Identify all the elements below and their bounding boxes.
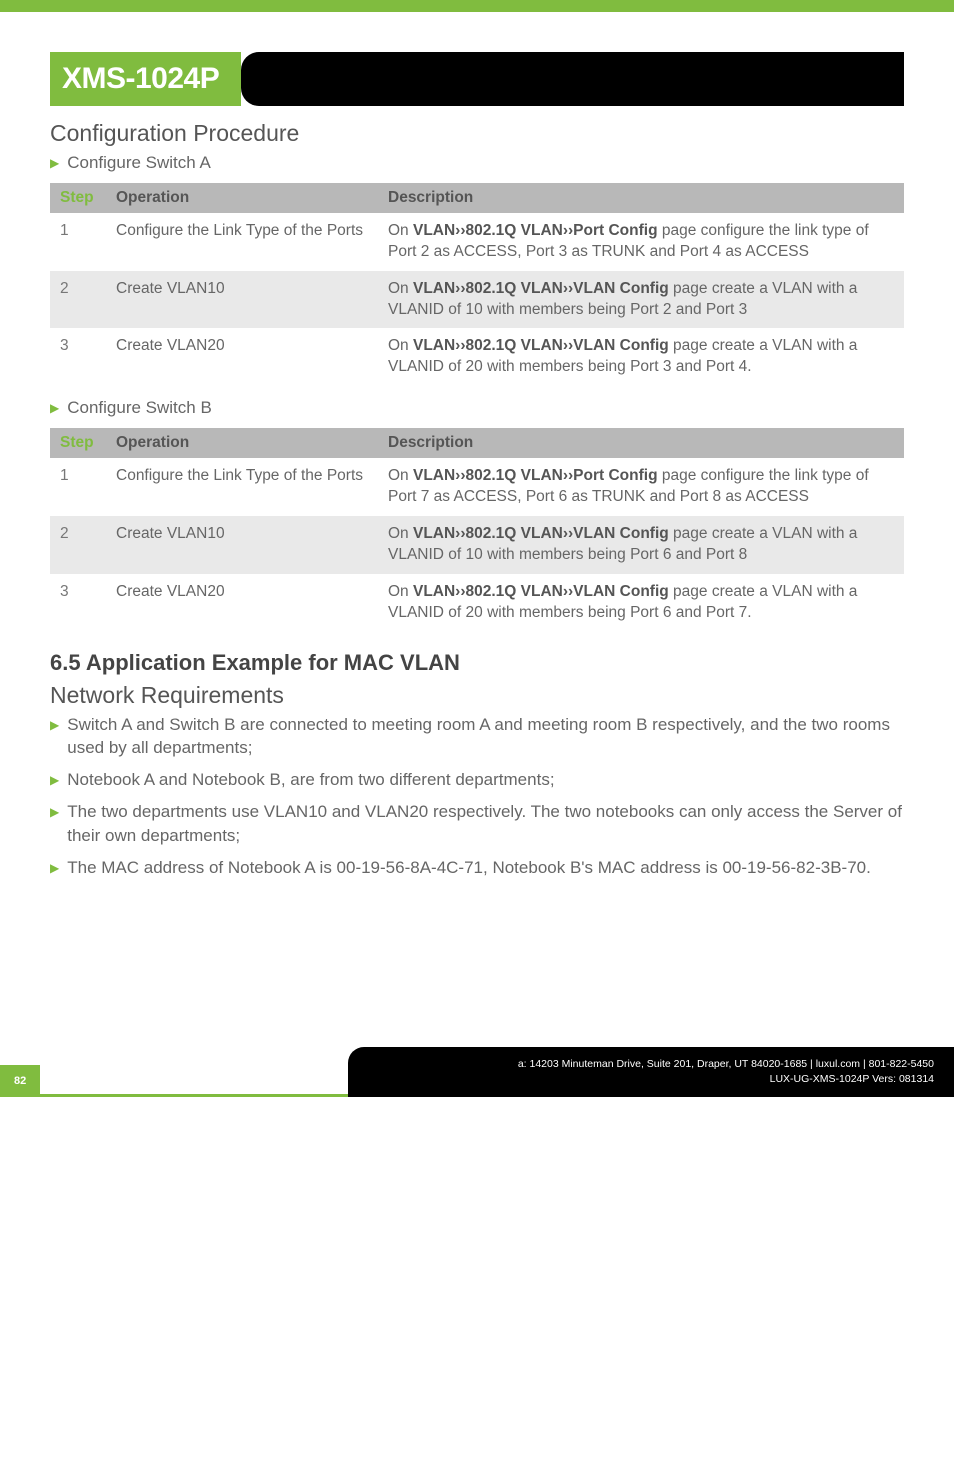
cell-step: 1 bbox=[50, 213, 106, 271]
title-bar: XMS-1024P bbox=[50, 52, 904, 106]
cell-operation: Create VLAN10 bbox=[106, 271, 378, 329]
triangle-icon: ▶ bbox=[50, 718, 59, 732]
triangle-icon: ▶ bbox=[50, 156, 59, 170]
vlan-path: VLAN››802.1Q VLAN››VLAN Config bbox=[413, 280, 669, 297]
net-req-bullet: ▶ The two departments use VLAN10 and VLA… bbox=[50, 800, 904, 848]
cell-step: 2 bbox=[50, 516, 106, 574]
triangle-icon: ▶ bbox=[50, 773, 59, 787]
footer-version: LUX-UG-XMS-1024P Vers: 081314 bbox=[358, 1072, 934, 1087]
net-req-bullet: ▶ The MAC address of Notebook A is 00-19… bbox=[50, 856, 904, 880]
cell-step: 3 bbox=[50, 328, 106, 386]
title-black-bar bbox=[241, 52, 904, 106]
cell-description: On VLAN››802.1Q VLAN››VLAN Config page c… bbox=[378, 271, 904, 329]
table-row: 2 Create VLAN10 On VLAN››802.1Q VLAN››VL… bbox=[50, 271, 904, 329]
footer-right: a: 14203 Minuteman Drive, Suite 201, Dra… bbox=[348, 1047, 954, 1096]
table-switch-b: Step Operation Description 1 Configure t… bbox=[50, 428, 904, 632]
cell-description: On VLAN››802.1Q VLAN››VLAN Config page c… bbox=[378, 328, 904, 386]
cell-step: 3 bbox=[50, 574, 106, 632]
triangle-icon: ▶ bbox=[50, 861, 59, 875]
cell-description: On VLAN››802.1Q VLAN››VLAN Config page c… bbox=[378, 516, 904, 574]
footer-left: 82 bbox=[0, 1047, 348, 1096]
th-operation: Operation bbox=[106, 428, 378, 458]
th-description: Description bbox=[378, 428, 904, 458]
cell-operation: Configure the Link Type of the Ports bbox=[106, 213, 378, 271]
vlan-path: VLAN››802.1Q VLAN››VLAN Config bbox=[413, 337, 669, 354]
cell-step: 2 bbox=[50, 271, 106, 329]
page-footer: 82 a: 14203 Minuteman Drive, Suite 201, … bbox=[0, 1047, 954, 1096]
bullet-text: Configure Switch B bbox=[67, 396, 904, 420]
bullet-text: The two departments use VLAN10 and VLAN2… bbox=[67, 800, 904, 848]
cell-operation: Create VLAN10 bbox=[106, 516, 378, 574]
vlan-path: VLAN››802.1Q VLAN››Port Config bbox=[413, 222, 658, 239]
th-step: Step bbox=[50, 428, 106, 458]
page-content: XMS-1024P Configuration Procedure ▶ Conf… bbox=[0, 0, 954, 1047]
cell-description: On VLAN››802.1Q VLAN››VLAN Config page c… bbox=[378, 574, 904, 632]
vlan-path: VLAN››802.1Q VLAN››VLAN Config bbox=[413, 525, 669, 542]
th-step: Step bbox=[50, 183, 106, 213]
section-6-5-heading: 6.5 Application Example for MAC VLAN bbox=[50, 650, 904, 676]
triangle-icon: ▶ bbox=[50, 805, 59, 819]
table-switch-a: Step Operation Description 1 Configure t… bbox=[50, 183, 904, 387]
bullet-text: Configure Switch A bbox=[67, 151, 904, 175]
bullet-text: The MAC address of Notebook A is 00-19-5… bbox=[67, 856, 904, 880]
bullet-switch-b: ▶ Configure Switch B bbox=[50, 396, 904, 420]
vlan-path: VLAN››802.1Q VLAN››Port Config bbox=[413, 467, 658, 484]
bullet-switch-a: ▶ Configure Switch A bbox=[50, 151, 904, 175]
page-number: 82 bbox=[0, 1065, 40, 1097]
triangle-icon: ▶ bbox=[50, 401, 59, 415]
net-req-bullet: ▶ Switch A and Switch B are connected to… bbox=[50, 713, 904, 761]
table-row: 1 Configure the Link Type of the Ports O… bbox=[50, 458, 904, 516]
cell-operation: Configure the Link Type of the Ports bbox=[106, 458, 378, 516]
bullet-text: Notebook A and Notebook B, are from two … bbox=[67, 768, 904, 792]
th-operation: Operation bbox=[106, 183, 378, 213]
cell-description: On VLAN››802.1Q VLAN››Port Config page c… bbox=[378, 458, 904, 516]
footer-address: a: 14203 Minuteman Drive, Suite 201, Dra… bbox=[358, 1057, 934, 1072]
cell-operation: Create VLAN20 bbox=[106, 328, 378, 386]
table-row: 2 Create VLAN10 On VLAN››802.1Q VLAN››VL… bbox=[50, 516, 904, 574]
config-procedure-heading: Configuration Procedure bbox=[50, 120, 904, 147]
cell-description: On VLAN››802.1Q VLAN››Port Config page c… bbox=[378, 213, 904, 271]
network-requirements-heading: Network Requirements bbox=[50, 682, 904, 709]
product-title: XMS-1024P bbox=[50, 52, 241, 106]
bullet-text: Switch A and Switch B are connected to m… bbox=[67, 713, 904, 761]
vlan-path: VLAN››802.1Q VLAN››VLAN Config bbox=[413, 583, 669, 600]
cell-operation: Create VLAN20 bbox=[106, 574, 378, 632]
net-req-bullet: ▶ Notebook A and Notebook B, are from tw… bbox=[50, 768, 904, 792]
table-row: 1 Configure the Link Type of the Ports O… bbox=[50, 213, 904, 271]
th-description: Description bbox=[378, 183, 904, 213]
table-row: 3 Create VLAN20 On VLAN››802.1Q VLAN››VL… bbox=[50, 574, 904, 632]
table-row: 3 Create VLAN20 On VLAN››802.1Q VLAN››VL… bbox=[50, 328, 904, 386]
cell-step: 1 bbox=[50, 458, 106, 516]
footer-green-line bbox=[40, 1065, 348, 1097]
spacer bbox=[50, 887, 904, 1047]
